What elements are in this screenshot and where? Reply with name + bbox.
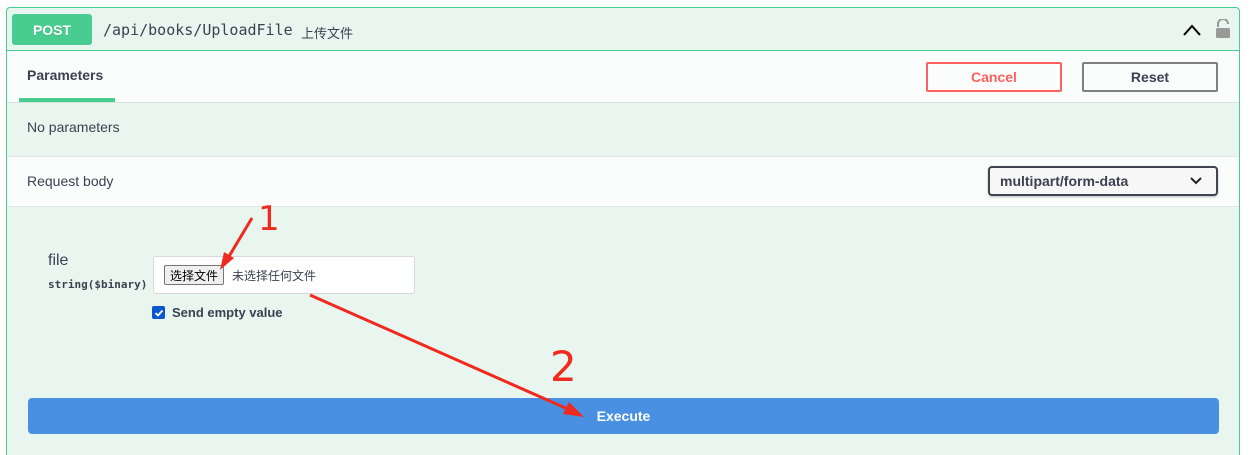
operation-summary[interactable]: POST /api/books/UploadFile 上传文件 xyxy=(7,8,1239,51)
endpoint-path: /api/books/UploadFile xyxy=(103,21,293,39)
param-name: file xyxy=(48,252,69,269)
unlock-icon[interactable] xyxy=(1214,19,1232,39)
operation-block-post: POST /api/books/UploadFile 上传文件 Paramete… xyxy=(6,7,1240,455)
no-parameters-text: No parameters xyxy=(27,119,120,135)
cancel-button[interactable]: Cancel xyxy=(926,62,1062,92)
reset-button[interactable]: Reset xyxy=(1082,62,1218,92)
choose-file-button[interactable]: 选择文件 xyxy=(164,265,225,285)
http-method-badge: POST xyxy=(12,14,92,45)
request-body-label: Request body xyxy=(27,173,114,189)
param-type: string($binary) xyxy=(48,278,148,291)
endpoint-description: 上传文件 xyxy=(301,26,354,41)
parameters-header: Parameters Cancel Reset xyxy=(7,51,1239,103)
checkbox-checked-icon[interactable] xyxy=(152,306,165,319)
execute-button[interactable]: Execute xyxy=(28,398,1219,434)
file-input[interactable]: 选择文件 未选择任何文件 xyxy=(153,256,415,294)
send-empty-value-toggle[interactable]: Send empty value xyxy=(152,305,283,320)
content-type-value: multipart/form-data xyxy=(1000,173,1129,189)
chevron-up-icon[interactable] xyxy=(1182,22,1202,38)
chevron-down-icon xyxy=(1190,177,1202,185)
request-body-header: Request body multipart/form-data xyxy=(7,156,1239,207)
send-empty-value-label: Send empty value xyxy=(172,305,283,320)
tab-parameters[interactable]: Parameters xyxy=(19,51,115,102)
content-type-select[interactable]: multipart/form-data xyxy=(988,166,1218,196)
file-status-text: 未选择任何文件 xyxy=(232,269,317,283)
